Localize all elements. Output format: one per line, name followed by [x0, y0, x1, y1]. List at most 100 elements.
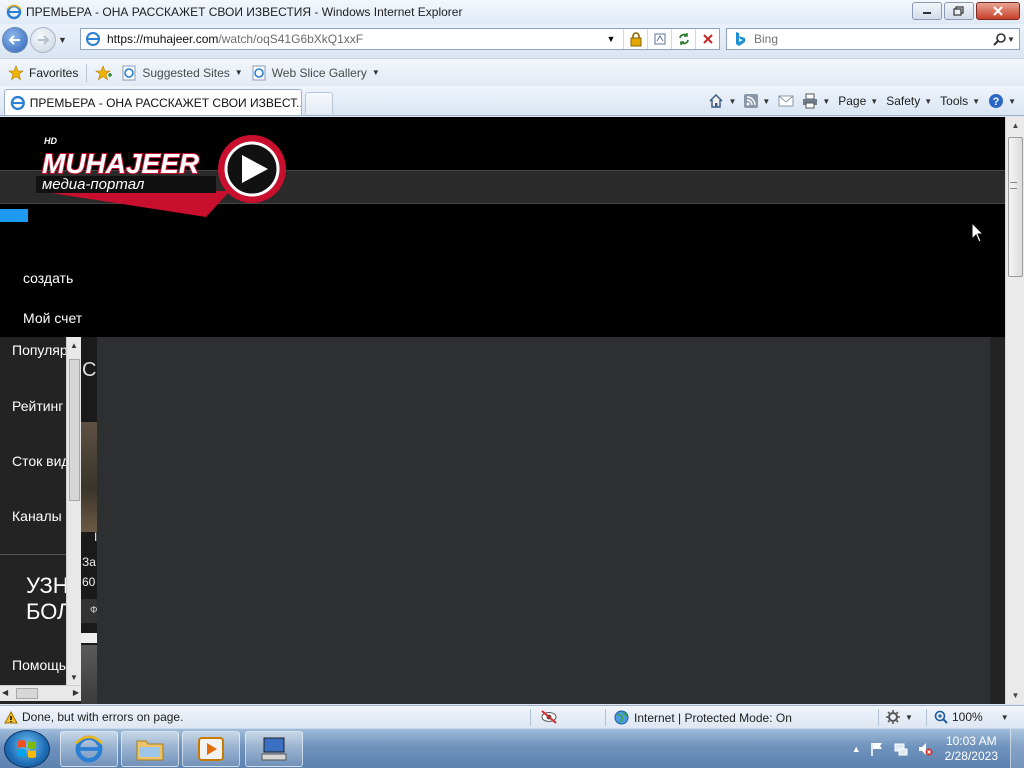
ssl-lock-button[interactable]: [623, 29, 647, 49]
taskbar-windows-explorer[interactable]: [121, 731, 179, 767]
window-title-bar: ПРЕМЬЕРА - ОНА РАССКАЖЕТ СВОИ ИЗВЕСТИЯ -…: [0, 0, 1024, 24]
action-center-flag-icon[interactable]: [869, 741, 885, 757]
suggested-sites-button[interactable]: Suggested Sites ▼: [121, 65, 243, 81]
back-button[interactable]: [2, 27, 28, 53]
security-zone[interactable]: Internet | Protected Mode: On: [614, 710, 792, 725]
page-icon: [86, 32, 100, 46]
show-desktop-button[interactable]: [1010, 729, 1024, 768]
protected-mode-button[interactable]: ▼: [885, 709, 913, 725]
chevron-down-icon: ▼: [870, 96, 879, 106]
nav-divider: [0, 554, 66, 555]
logo-hd-badge: HD: [44, 136, 57, 146]
arrow-left-icon: [8, 35, 20, 45]
show-hidden-icons-button[interactable]: ▲: [852, 744, 861, 754]
scroll-down-arrow-icon[interactable]: ▼: [67, 669, 81, 685]
restore-button[interactable]: [944, 2, 974, 20]
help-link[interactable]: Помощь: [12, 657, 66, 673]
volume-muted-icon[interactable]: [917, 741, 933, 757]
svg-text:?: ?: [993, 96, 1000, 108]
address-bar[interactable]: https://muhajeer.com/watch/oqS41G6bXkQ1x…: [80, 28, 720, 50]
scrollbar-thumb[interactable]: [1008, 137, 1023, 277]
logo-red-swoosh: [38, 191, 230, 217]
print-button[interactable]: ▼: [802, 93, 830, 109]
menu-create-link[interactable]: создать: [23, 270, 73, 286]
compatibility-view-button[interactable]: [647, 29, 671, 49]
active-tab[interactable]: ПРЕМЬЕРА - ОНА РАССКАЖЕТ СВОИ ИЗВЕСТ...: [4, 89, 302, 115]
scroll-up-arrow-icon[interactable]: ▲: [1006, 117, 1024, 134]
zoom-control[interactable]: 100% ▼: [934, 710, 1009, 724]
add-to-favorites-bar-button[interactable]: [95, 64, 113, 81]
network-icon[interactable]: [893, 741, 909, 757]
page-vertical-scrollbar[interactable]: ▲ ▼: [1005, 117, 1024, 704]
warning-icon: [4, 710, 18, 723]
nav-popular-link[interactable]: Популяр: [12, 342, 66, 358]
star-icon: [8, 64, 24, 80]
sidebar-horizontal-scrollbar[interactable]: ◀ ▶: [0, 685, 81, 701]
scroll-right-arrow-icon[interactable]: ▶: [73, 688, 79, 697]
search-options-dropdown[interactable]: ▼: [1007, 35, 1015, 44]
home-button[interactable]: ▼: [708, 93, 736, 109]
taskbar-internet-explorer[interactable]: [60, 731, 118, 767]
video-thumbnail[interactable]: [81, 645, 97, 704]
scrollbar-thumb[interactable]: [69, 359, 80, 501]
sidebar-vertical-scrollbar[interactable]: ▲ ▼: [66, 337, 81, 685]
chevron-down-icon: ▼: [905, 712, 913, 722]
page-error-indicator[interactable]: Done, but with errors on page.: [4, 710, 183, 724]
stop-button[interactable]: [695, 29, 719, 49]
accent-blue-box[interactable]: [0, 209, 28, 222]
privacy-report-button[interactable]: [540, 709, 558, 728]
minimize-icon: [923, 12, 931, 14]
clipped-video-meta: За: [82, 555, 96, 569]
refresh-icon: [678, 33, 689, 45]
media-player-icon: [198, 737, 224, 761]
nav-rating-link[interactable]: Рейтинг: [12, 398, 63, 414]
status-bar: Done, but with errors on page. Internet …: [0, 705, 1024, 728]
search-box[interactable]: ▼: [726, 28, 1020, 50]
web-slice-gallery-button[interactable]: Web Slice Gallery ▼: [251, 65, 380, 81]
scroll-up-arrow-icon[interactable]: ▲: [67, 337, 81, 353]
lock-icon: [630, 32, 641, 47]
start-button[interactable]: [4, 730, 50, 768]
read-mail-button[interactable]: [778, 95, 794, 107]
search-input[interactable]: [754, 32, 989, 46]
address-dropdown-button[interactable]: ▼: [599, 29, 623, 49]
window-title: ПРЕМЬЕРА - ОНА РАССКАЖЕТ СВОИ ИЗВЕСТИЯ -…: [26, 5, 463, 19]
mouse-cursor-icon: [971, 222, 985, 243]
status-separator: [878, 709, 879, 726]
taskbar-media-player[interactable]: [182, 731, 240, 767]
menu-my-account-link[interactable]: Мой счет: [23, 310, 82, 326]
clock[interactable]: 10:03 AM 2/28/2023: [945, 734, 998, 764]
video-thumbnail[interactable]: [81, 422, 97, 532]
close-window-button[interactable]: [976, 2, 1020, 20]
tab-title: ПРЕМЬЕРА - ОНА РАССКАЖЕТ СВОИ ИЗВЕСТ...: [29, 95, 301, 110]
help-menu[interactable]: ? ▼: [988, 93, 1016, 109]
scrollbar-thumb[interactable]: [16, 688, 38, 699]
suggested-sites-label: Suggested Sites: [142, 65, 230, 80]
video-player-area[interactable]: [97, 337, 990, 704]
compatibility-view-icon: [654, 33, 665, 45]
feeds-button[interactable]: ▼: [744, 94, 770, 108]
refresh-button[interactable]: [671, 29, 695, 49]
nav-stock-video-link[interactable]: Сток вид: [12, 453, 66, 469]
nav-channels-link[interactable]: Каналы: [12, 508, 62, 524]
page-menu-label: Page: [838, 94, 867, 108]
muhajeer-logo[interactable]: HD MUHAJEER медиа-портал: [30, 133, 292, 223]
url-text[interactable]: https://muhajeer.com/watch/oqS41G6bXkQ1x…: [107, 32, 599, 46]
page-menu[interactable]: Page ▼: [838, 94, 878, 108]
scroll-left-arrow-icon[interactable]: ◀: [2, 688, 8, 697]
restore-icon: [953, 6, 964, 16]
system-tray: ▲ 10:03 AM 2/28/2023: [852, 729, 1024, 768]
search-button[interactable]: ▼: [989, 32, 1019, 46]
scroll-down-arrow-icon[interactable]: ▼: [1006, 687, 1024, 704]
safety-menu[interactable]: Safety ▼: [886, 94, 932, 108]
favorites-button[interactable]: Favorites: [8, 64, 78, 81]
forward-button[interactable]: [30, 27, 56, 53]
status-separator: [605, 709, 606, 726]
clipped-button[interactable]: Ф: [81, 599, 97, 623]
taskbar-remote-desktop[interactable]: [245, 731, 303, 767]
favorites-separator: [86, 63, 88, 82]
recent-pages-dropdown[interactable]: ▼: [58, 35, 70, 45]
minimize-button[interactable]: [912, 2, 942, 20]
new-tab-button[interactable]: [305, 92, 333, 114]
tools-menu[interactable]: Tools ▼: [940, 94, 980, 108]
